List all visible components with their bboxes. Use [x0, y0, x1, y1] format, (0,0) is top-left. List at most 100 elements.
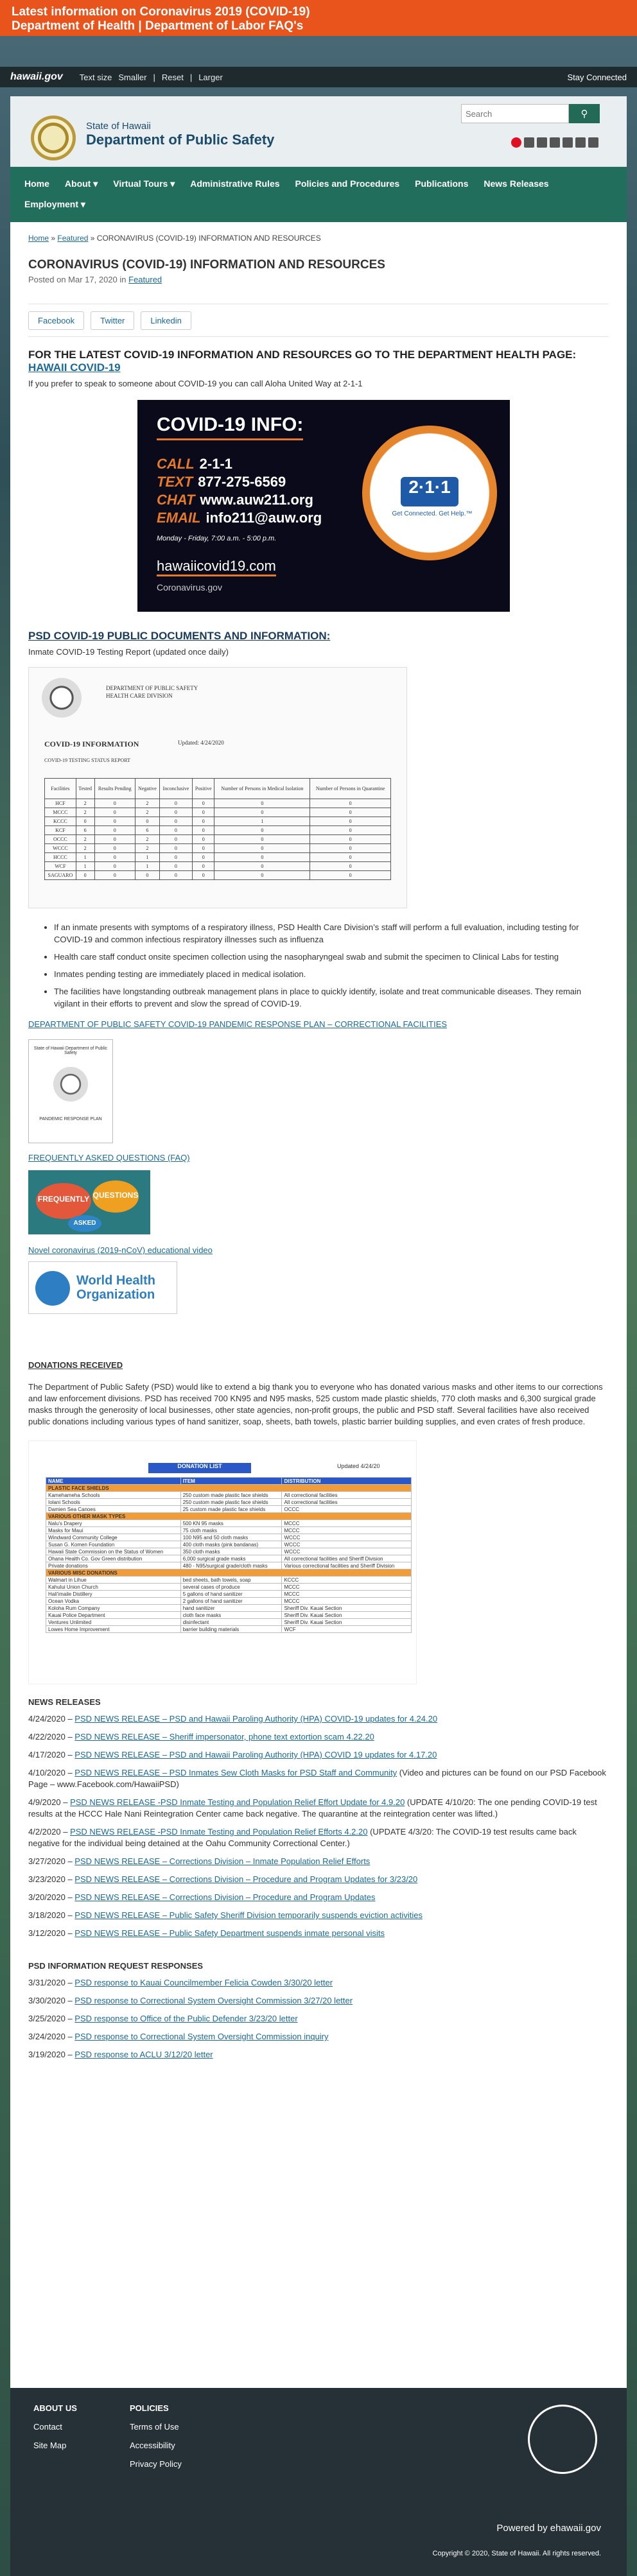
breadcrumb-home[interactable]: Home [28, 234, 49, 243]
nav-policies[interactable]: Policies and Procedures [295, 178, 400, 189]
search-button[interactable]: ⚲ [569, 104, 600, 123]
testing-table-cell: 0 [94, 826, 135, 835]
testing-table-cell: 2 [134, 799, 160, 808]
email-icon[interactable] [563, 137, 573, 148]
news-release-link[interactable]: PSD NEWS RELEASE -PSD Inmate Testing and… [70, 1797, 405, 1807]
report-header: DEPARTMENT OF PUBLIC SAFETY HEALTH CARE … [106, 684, 198, 700]
testing-table-cell: 0 [214, 834, 311, 844]
donation-table-cell: All correctional facilities [281, 1498, 412, 1506]
twitter-icon[interactable] [537, 137, 547, 148]
bullet-item: Health care staff conduct onsite specime… [54, 951, 609, 963]
donation-table-cell: Ventures Unlimited [46, 1618, 181, 1626]
testing-table-cell: 2 [75, 834, 95, 844]
plan-thumb-title: State of Hawaii Department of Public Saf… [33, 1046, 108, 1055]
text-smaller-link[interactable]: Smaller [118, 73, 146, 82]
text-reset-link[interactable]: Reset [162, 73, 184, 82]
news-release-link[interactable]: PSD NEWS RELEASE – Public Safety Departm… [74, 1928, 385, 1938]
nav-administrative-rules[interactable]: Administrative Rules [190, 178, 279, 189]
donation-table-cell: All correctional facilities [281, 1491, 412, 1499]
testing-table-cell: 1 [75, 861, 95, 871]
testing-table-cell: 0 [214, 799, 311, 808]
category-link[interactable]: Featured [128, 275, 162, 284]
donation-table-row: Kamehameha Schools 250 custom made plasti… [46, 1491, 412, 1499]
news-release-link[interactable]: PSD NEWS RELEASE – PSD Inmates Sew Cloth… [74, 1768, 397, 1777]
site-header: State of Hawaii Department of Public Saf… [10, 96, 627, 167]
donation-table-row: Iolani Schools 250 custom made plastic fa… [46, 1498, 412, 1506]
donation-table-cell: Windward Community College [46, 1534, 181, 1541]
testing-table: Facilities Tested Results Pending Negative I… [44, 778, 391, 880]
email-address: info211@auw.org [205, 510, 322, 526]
faq-link[interactable]: FREQUENTLY ASKED QUESTIONS (FAQ) [28, 1153, 190, 1163]
state-seal-logo[interactable] [31, 116, 76, 160]
testing-table-cell: KCCC [44, 817, 76, 826]
donation-table-cell: Sheriff Div. Kauai Section [281, 1604, 412, 1612]
footer-privacy-link[interactable]: Privacy Policy [130, 2459, 182, 2469]
request-response-link[interactable]: PSD response to Correctional System Over… [74, 2032, 328, 2041]
news-release-link[interactable]: PSD NEWS RELEASE -PSD Inmate Testing and… [70, 1827, 367, 1837]
who-logo[interactable]: World Health Organization [28, 1261, 177, 1314]
footer-sitemap-link[interactable]: Site Map [33, 2441, 77, 2450]
footer-contact-link[interactable]: Contact [33, 2422, 77, 2432]
nav-news-releases[interactable]: News Releases [484, 178, 548, 189]
main-nav: Home About ▾ Virtual Tours ▾ Administrat… [10, 167, 627, 222]
testing-report-image[interactable]: DEPARTMENT OF PUBLIC SAFETY HEALTH CARE … [28, 667, 407, 908]
nav-publications[interactable]: Publications [415, 178, 468, 189]
request-response-link[interactable]: PSD response to ACLU 3/12/20 letter [74, 2050, 213, 2059]
flickr-icon[interactable] [575, 137, 586, 148]
news-item: 4/10/2020 – PSD NEWS RELEASE – PSD Inmat… [28, 1767, 609, 1790]
alert-line-1[interactable]: Latest information on Coronavirus 2019 (… [12, 5, 625, 19]
testing-table-cell: 0 [214, 808, 311, 817]
donation-list-image[interactable]: DONATION LIST Updated 4/24/20 NAME ITEM DI… [28, 1440, 417, 1684]
alert-icon[interactable] [511, 137, 521, 148]
donation-table-cell: Lowes Home Improvement [46, 1625, 181, 1633]
share-linkedin-button[interactable]: Linkedin [141, 311, 191, 330]
educational-video-link[interactable]: Novel coronavirus (2019-nCoV) educationa… [28, 1245, 213, 1255]
alert-line-2[interactable]: Department of Health | Department of Lab… [12, 19, 625, 33]
testing-table-cell: 0 [192, 852, 215, 862]
news-release-link[interactable]: PSD NEWS RELEASE – PSD and Hawaii Paroli… [74, 1714, 437, 1724]
share-facebook-button[interactable]: Facebook [28, 311, 85, 330]
news-release-link[interactable]: PSD NEWS RELEASE – Sheriff impersonator,… [74, 1732, 374, 1742]
testing-table-cell: 0 [159, 843, 193, 853]
footer-accessibility-link[interactable]: Accessibility [130, 2441, 182, 2450]
pandemic-plan-thumbnail[interactable]: State of Hawaii Department of Public Saf… [28, 1039, 113, 1143]
stay-connected-link[interactable]: Stay Connected [567, 73, 627, 82]
footer-terms-link[interactable]: Terms of Use [130, 2422, 182, 2432]
nav-virtual-tours[interactable]: Virtual Tours ▾ [113, 178, 175, 189]
testing-table-column-header: Tested [75, 778, 95, 799]
nav-about[interactable]: About ▾ [65, 178, 98, 189]
testing-table-row: WCF 1 0 1 0 0 0 0 [44, 861, 391, 871]
breadcrumb-featured[interactable]: Featured [57, 234, 88, 243]
breadcrumb-current: » CORONAVIRUS (COVID-19) INFORMATION AND… [90, 234, 321, 243]
news-releases-section: NEWS RELEASES 4/24/2020 – PSD NEWS RELEA… [28, 1697, 609, 1939]
news-release-link[interactable]: PSD NEWS RELEASE – PSD and Hawaii Paroli… [74, 1750, 437, 1759]
news-release-link[interactable]: PSD NEWS RELEASE – Public Safety Sheriff… [74, 1910, 423, 1920]
news-release-link[interactable]: PSD NEWS RELEASE – Corrections Division … [74, 1856, 370, 1866]
department-name: Department of Public Safety [86, 132, 275, 148]
hawaii-gov-logo[interactable]: hawaii.gov [10, 71, 63, 83]
hawaii-covid19-link[interactable]: HAWAII COVID-19 [28, 361, 121, 374]
nav-home[interactable]: Home [24, 178, 49, 189]
covid-alert-banner[interactable]: Latest information on Coronavirus 2019 (… [0, 0, 637, 36]
request-date: 3/19/2020 – [28, 2050, 75, 2059]
pandemic-plan-link[interactable]: DEPARTMENT OF PUBLIC SAFETY COVID-19 PAN… [28, 1019, 447, 1029]
text-larger-link[interactable]: Larger [198, 73, 223, 82]
donation-table-cell: Kamehameha Schools [46, 1491, 181, 1499]
request-response-link[interactable]: PSD response to Office of the Public Def… [74, 2014, 297, 2023]
nav-employment[interactable]: Employment ▾ [24, 199, 85, 210]
request-response-link[interactable]: PSD response to Kauai Councilmember Feli… [74, 1978, 333, 1987]
facebook-icon[interactable] [524, 137, 534, 148]
donation-table-cell: MCCC [281, 1597, 412, 1605]
news-release-link[interactable]: PSD NEWS RELEASE – Corrections Division … [74, 1874, 417, 1884]
testing-table-cell: MCCC [44, 808, 76, 817]
news-release-link[interactable]: PSD NEWS RELEASE – Corrections Division … [74, 1892, 375, 1902]
faq-image[interactable]: FREQUENTLY QUESTIONS ASKED [28, 1170, 150, 1234]
request-response-link[interactable]: PSD response to Correctional System Over… [74, 1996, 353, 2005]
powered-by-ehawaii[interactable]: Powered by ehawaii.gov [496, 2523, 601, 2534]
search-input[interactable] [461, 104, 569, 123]
agency-name[interactable]: State of Hawaii Department of Public Saf… [86, 121, 274, 148]
testing-table-cell: 0 [214, 870, 311, 880]
instagram-icon[interactable] [588, 137, 598, 148]
youtube-icon[interactable] [550, 137, 560, 148]
share-twitter-button[interactable]: Twitter [91, 311, 135, 330]
